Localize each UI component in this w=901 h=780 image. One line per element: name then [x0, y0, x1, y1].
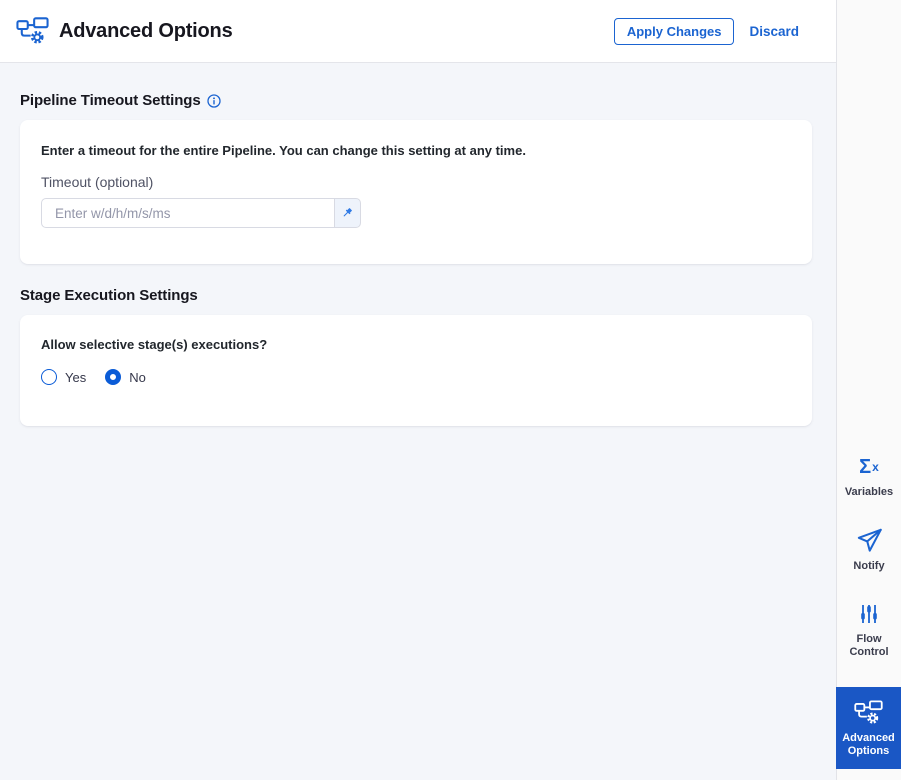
info-icon[interactable]: [206, 94, 221, 108]
toolbar-item-advanced-options[interactable]: Advanced Options: [836, 687, 901, 769]
timeout-card: Enter a timeout for the entire Pipeline.…: [20, 120, 812, 264]
toolbar-item-notify[interactable]: Notify: [837, 528, 901, 573]
sigma-x-icon: Σx: [859, 456, 879, 478]
apply-changes-button[interactable]: Apply Changes: [613, 17, 735, 45]
panel-header: Advanced Options Apply Changes Discard: [0, 0, 836, 63]
stage-question: Allow selective stage(s) executions?: [41, 337, 268, 352]
sliders-icon: [857, 601, 881, 627]
radio-yes-circle[interactable]: [41, 369, 57, 385]
main-panel: Advanced Options Apply Changes Discard P…: [0, 0, 836, 780]
timeout-section-heading-row: Pipeline Timeout Settings: [20, 92, 812, 109]
toolbar-item-label: Notify: [853, 559, 885, 572]
advanced-options-panel: Advanced Options Apply Changes Discard P…: [0, 0, 901, 780]
pin-button[interactable]: [334, 198, 361, 228]
timeout-label: Timeout (optional): [41, 174, 154, 190]
discard-link[interactable]: Discard: [749, 24, 799, 39]
timeout-description: Enter a timeout for the entire Pipeline.…: [41, 143, 526, 158]
pipeline-gear-icon: [16, 16, 49, 46]
toolbar-item-flow-control[interactable]: Flow Control: [837, 601, 901, 658]
toolbar-item-variables[interactable]: Σx Variables: [837, 454, 901, 499]
right-toolbar: Σx Variables Notify Flow Control Advance…: [836, 0, 901, 780]
radio-no-circle[interactable]: [105, 369, 122, 385]
radio-option-no[interactable]: No: [105, 369, 146, 385]
pushpin-icon: [340, 206, 355, 221]
toolbar-item-label: Advanced Options: [842, 732, 895, 757]
paper-plane-icon: [856, 528, 883, 554]
radio-option-yes[interactable]: Yes: [41, 369, 86, 385]
timeout-section-heading: Pipeline Timeout Settings: [20, 92, 201, 109]
timeout-input-row: [41, 198, 361, 228]
panel-content: Pipeline Timeout Settings Enter a timeou…: [0, 63, 836, 426]
toolbar-item-label: Flow Control: [849, 633, 889, 658]
stage-radio-row: Yes No: [41, 369, 792, 385]
stage-card: Allow selective stage(s) executions? Yes…: [20, 315, 812, 426]
pipeline-gear-icon: [854, 700, 883, 726]
stage-section-heading: Stage Execution Settings: [20, 287, 198, 304]
timeout-input[interactable]: [41, 198, 335, 228]
toolbar-item-label: Variables: [844, 486, 894, 498]
radio-no-label: No: [129, 369, 146, 385]
radio-yes-label: Yes: [65, 369, 87, 385]
page-title: Advanced Options: [59, 19, 233, 42]
